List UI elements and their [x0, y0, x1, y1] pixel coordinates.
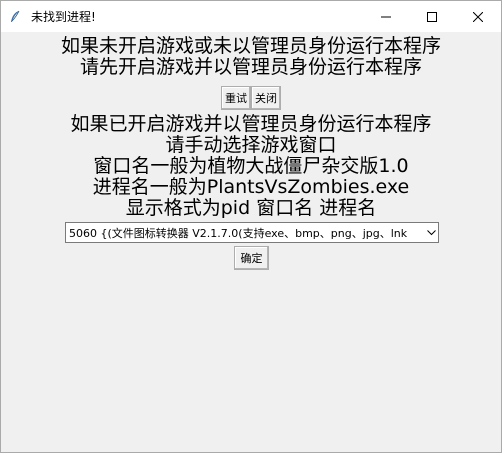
dialog-content: 如果未开启游戏或未以管理员身份运行本程序 请先开启游戏并以管理员身份运行本程序 …: [1, 32, 501, 219]
message-line: 如果未开启游戏或未以管理员身份运行本程序: [60, 35, 441, 57]
confirm-button[interactable]: 确定: [234, 246, 269, 270]
title-bar[interactable]: 未找到进程!: [1, 1, 501, 32]
retry-button[interactable]: 重试: [221, 86, 251, 110]
action-buttons: 重试 关闭: [1, 86, 501, 110]
process-select-value: 5060 {(文件图标转换器 V2.1.7.0(支持exe、bmp、png、jp…: [69, 226, 408, 240]
dialog-window: 未找到进程! 如果未开启游戏或未以管理员身份运行本程序 请先开启游戏并以管理员身…: [0, 0, 502, 453]
instruction-line: 窗口名一般为植物大战僵尸杂交版1.0: [93, 155, 409, 177]
minimize-icon: [381, 16, 391, 17]
close-button[interactable]: 关闭: [251, 86, 281, 110]
close-icon: [473, 11, 483, 22]
process-select[interactable]: 5060 {(文件图标转换器 V2.1.7.0(支持exe、bmp、png、jp…: [65, 222, 439, 243]
instruction-line: 请手动选择游戏窗口: [165, 134, 337, 156]
minimize-button[interactable]: [363, 1, 409, 32]
window-controls: [363, 1, 501, 32]
window-title: 未找到进程!: [31, 10, 96, 24]
feather-icon: [7, 9, 23, 25]
maximize-icon: [427, 11, 437, 22]
close-window-button[interactable]: [455, 1, 501, 32]
instruction-line: 显示格式为pid 窗口名 进程名: [125, 197, 377, 219]
instruction-line: 进程名一般为PlantsVsZombies.exe: [92, 176, 410, 198]
chevron-down-icon[interactable]: [424, 229, 438, 236]
maximize-button[interactable]: [409, 1, 455, 32]
instruction-line: 如果已开启游戏并以管理员身份运行本程序: [70, 113, 432, 135]
message-line: 请先开启游戏并以管理员身份运行本程序: [79, 56, 422, 78]
